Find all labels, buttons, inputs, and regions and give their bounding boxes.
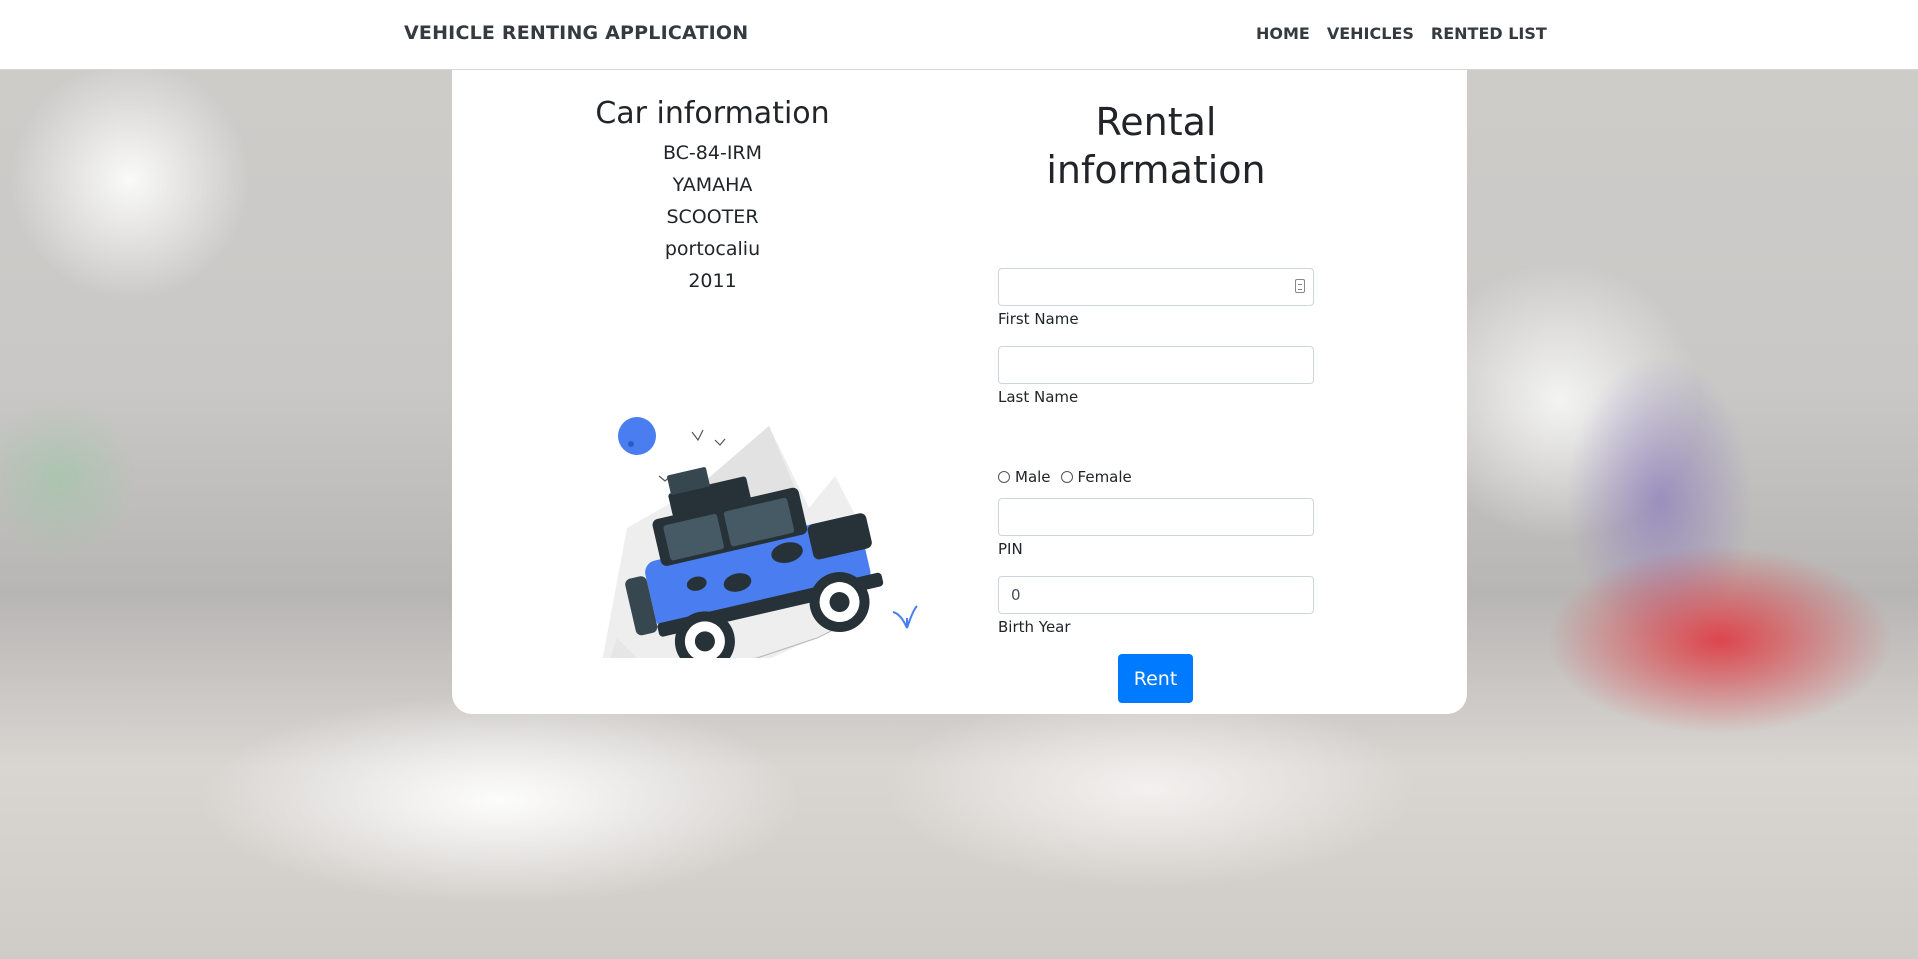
- gender-option-male[interactable]: Male: [998, 468, 1051, 486]
- gender-radio-group: Male Female: [998, 468, 1132, 486]
- male-radio[interactable]: [998, 471, 1010, 483]
- navbar: VEHICLE RENTING APPLICATION HOME VEHICLE…: [0, 0, 1918, 70]
- pin-input[interactable]: [998, 498, 1314, 536]
- nav-link-rented-list[interactable]: RENTED LIST: [1431, 24, 1547, 43]
- car-info-panel: Car information BC-84-IRM YAMAHA SCOOTER…: [592, 96, 833, 297]
- jeep-illustration: [602, 417, 918, 658]
- car-info-title: Car information: [595, 96, 830, 131]
- rental-title-line2: information: [1046, 148, 1266, 192]
- male-label: Male: [1015, 468, 1051, 486]
- gender-option-female[interactable]: Female: [1060, 468, 1132, 486]
- rental-card: Car information BC-84-IRM YAMAHA SCOOTER…: [452, 70, 1467, 714]
- rental-form: Rental information First Name Last Name …: [998, 98, 1314, 703]
- female-label: Female: [1077, 468, 1132, 486]
- last-name-label: Last Name: [998, 388, 1079, 406]
- car-make: YAMAHA: [672, 174, 753, 196]
- birth-year-label: Birth Year: [998, 618, 1071, 636]
- car-color: portocaliu: [664, 238, 761, 260]
- car-plate: BC-84-IRM: [662, 142, 763, 164]
- first-name-label: First Name: [998, 310, 1079, 328]
- car-year: 2011: [688, 270, 737, 292]
- birth-year-value: 0: [1011, 586, 1021, 604]
- nav-links: HOME VEHICLES RENTED LIST: [1256, 24, 1547, 43]
- birth-year-input[interactable]: 0: [998, 576, 1314, 614]
- contact-card-icon[interactable]: [1295, 279, 1305, 293]
- nav-link-home[interactable]: HOME: [1256, 24, 1310, 43]
- rent-button[interactable]: Rent: [1118, 654, 1193, 703]
- pin-label: PIN: [998, 540, 1023, 558]
- rental-title-line1: Rental: [1095, 100, 1217, 144]
- nav-link-vehicles[interactable]: VEHICLES: [1327, 24, 1414, 43]
- female-radio[interactable]: [1060, 471, 1073, 483]
- brand-title[interactable]: VEHICLE RENTING APPLICATION: [404, 22, 748, 44]
- car-type: SCOOTER: [666, 206, 759, 228]
- last-name-input[interactable]: [998, 346, 1314, 384]
- first-name-input[interactable]: [998, 268, 1314, 306]
